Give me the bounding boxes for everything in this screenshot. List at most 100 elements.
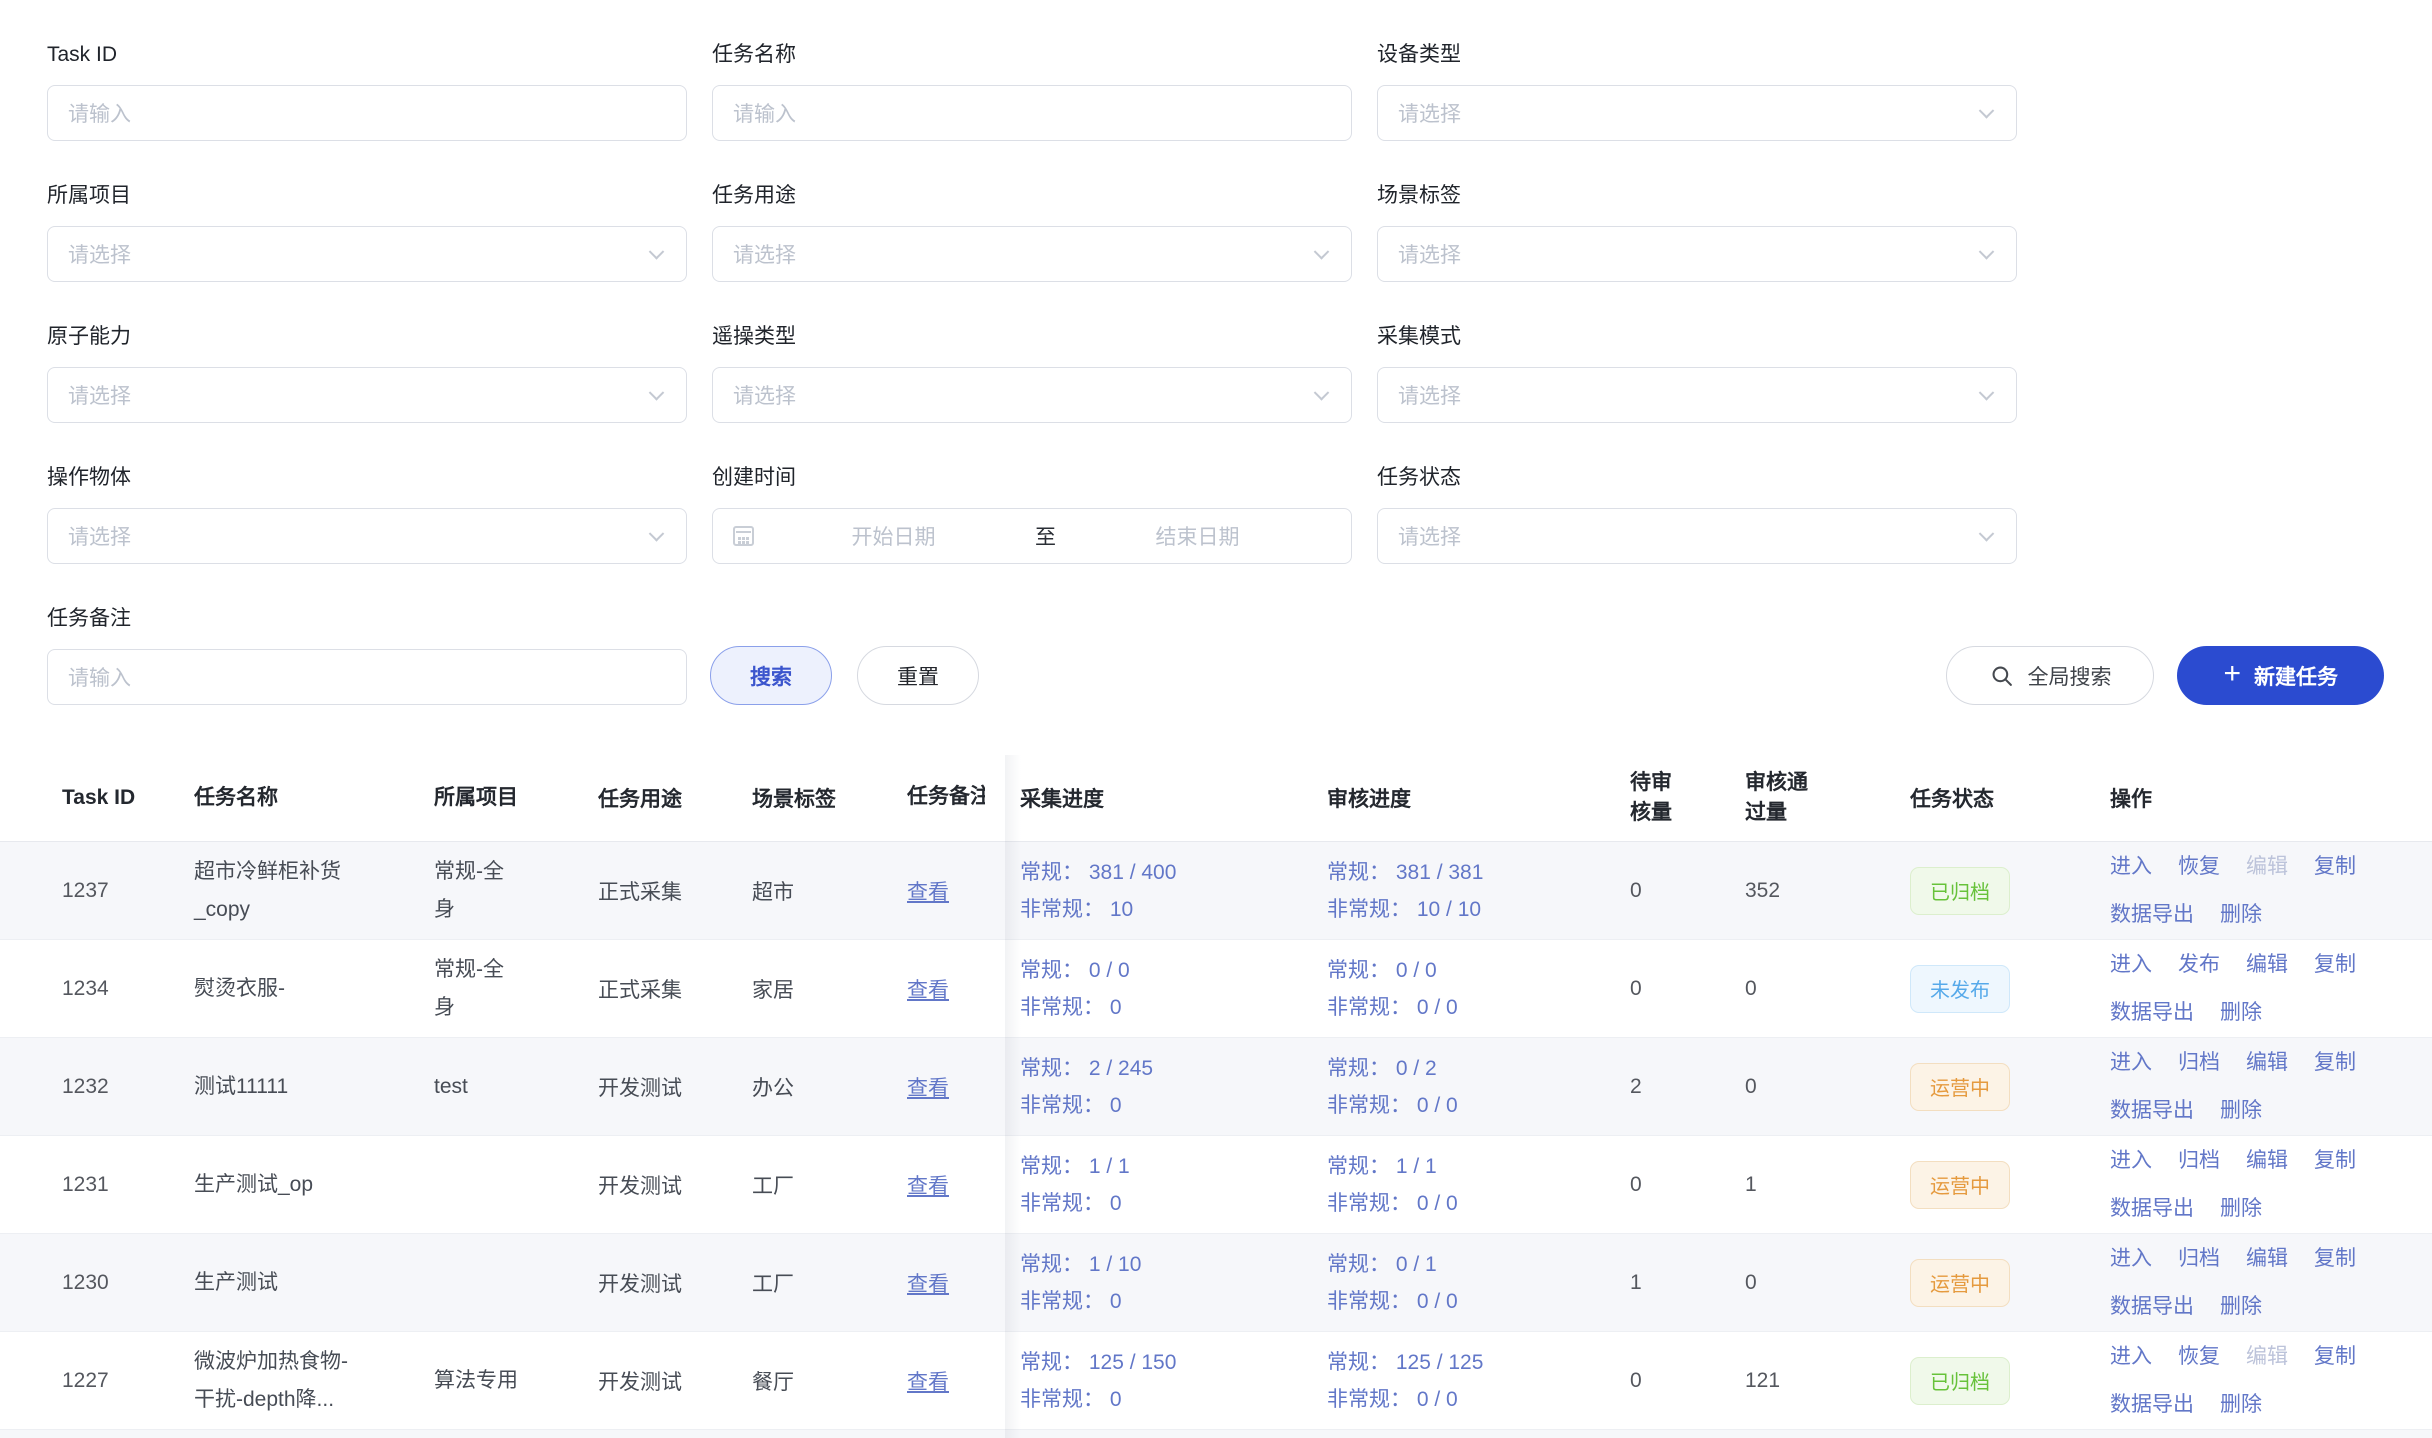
filter-field-project: 所属项目 请选择: [47, 181, 687, 282]
reset-button[interactable]: 重置: [857, 646, 979, 705]
date-range-picker[interactable]: 开始日期 至 结束日期: [712, 508, 1352, 564]
action-link[interactable]: 编辑: [2246, 1142, 2288, 1179]
cell-approved: 0: [1745, 977, 1910, 1001]
action-link[interactable]: 恢复: [2178, 1338, 2220, 1375]
view-remark-link[interactable]: 查看: [907, 881, 949, 904]
view-remark-link[interactable]: 查看: [907, 1175, 949, 1198]
teleop-type-select[interactable]: 请选择: [712, 367, 1352, 423]
scene-tag-select[interactable]: 请选择: [1377, 226, 2017, 282]
action-link[interactable]: 复制: [2314, 946, 2356, 983]
cell-collect: 常规： 1 / 1非常规： 0: [1005, 1148, 1327, 1222]
action-link[interactable]: 数据导出: [2110, 1386, 2194, 1423]
cell-purpose: 开发测试: [598, 1366, 752, 1396]
action-link[interactable]: 恢复: [2178, 848, 2220, 885]
project-select[interactable]: 请选择: [47, 226, 687, 282]
cell-scene: 超市: [752, 876, 907, 906]
filter-label: 任务用途: [712, 181, 1352, 211]
action-link[interactable]: 数据导出: [2110, 896, 2194, 933]
purpose-select[interactable]: 请选择: [712, 226, 1352, 282]
action-link: 编辑: [2246, 848, 2288, 885]
filter-label: 所属项目: [47, 181, 687, 211]
filter-label: 任务备注: [47, 604, 687, 634]
action-link[interactable]: 进入: [2110, 1044, 2152, 1081]
cell-remark: 查看: [907, 876, 1005, 906]
collect-mode-select[interactable]: 请选择: [1377, 367, 2017, 423]
view-remark-link[interactable]: 查看: [907, 979, 949, 1002]
action-link[interactable]: 编辑: [2246, 1240, 2288, 1277]
cell-purpose: 开发测试: [598, 1170, 752, 1200]
action-link[interactable]: 删除: [2220, 1288, 2262, 1325]
action-link[interactable]: 删除: [2220, 1386, 2262, 1423]
cell-taskid: 1234: [62, 977, 194, 1001]
cell-pending: 0: [1630, 1369, 1745, 1393]
action-link[interactable]: 编辑: [2246, 946, 2288, 983]
object-select[interactable]: 请选择: [47, 508, 687, 564]
action-link[interactable]: 数据导出: [2110, 994, 2194, 1031]
action-link[interactable]: 复制: [2314, 848, 2356, 885]
filter-field-collect-mode: 采集模式 请选择: [1377, 322, 2017, 423]
action-link[interactable]: 复制: [2314, 1044, 2356, 1081]
cell-ops: 进入归档编辑复制数据导出删除: [2100, 1142, 2432, 1227]
action-link[interactable]: 删除: [2220, 1092, 2262, 1129]
cell-name: 熨烫衣服-: [194, 970, 434, 1008]
task-name-input[interactable]: 请输入: [712, 85, 1352, 141]
date-start-input[interactable]: 开始日期: [760, 521, 1027, 551]
action-link[interactable]: 复制: [2314, 1338, 2356, 1375]
cell-status: 运营中: [1910, 1259, 2100, 1307]
device-type-select[interactable]: 请选择: [1377, 85, 2017, 141]
table-header-cell-review: 审核进度: [1327, 783, 1630, 813]
view-remark-link[interactable]: 查看: [907, 1371, 949, 1394]
table-header-cell-approved: 审核通过量: [1745, 768, 1910, 828]
filter-field-device-type: 设备类型 请选择: [1377, 40, 2017, 141]
cell-approved: 121: [1745, 1369, 1910, 1393]
cell-status: 运营中: [1910, 1161, 2100, 1209]
chevron-down-icon: [1979, 103, 1995, 119]
action-link[interactable]: 进入: [2110, 848, 2152, 885]
action-link[interactable]: 进入: [2110, 1338, 2152, 1375]
task-id-input[interactable]: 请输入: [47, 85, 687, 141]
action-link[interactable]: 复制: [2314, 1142, 2356, 1179]
table-header-cell-ops: 操作: [2100, 783, 2432, 813]
action-link[interactable]: 编辑: [2246, 1044, 2288, 1081]
action-link[interactable]: 数据导出: [2110, 1092, 2194, 1129]
cell-purpose: 开发测试: [598, 1268, 752, 1298]
action-link[interactable]: 数据导出: [2110, 1190, 2194, 1227]
date-end-input[interactable]: 结束日期: [1064, 521, 1331, 551]
global-search-button[interactable]: 全局搜索: [1946, 646, 2154, 705]
cell-collect: 常规： 0 / 0非常规： 0: [1005, 952, 1327, 1026]
cell-scene: 办公: [752, 1072, 907, 1102]
filter-label: 创建时间: [712, 463, 1352, 493]
table-row: 1227微波炉加热食物-干扰-depth降...算法专用开发测试餐厅查看常规： …: [0, 1332, 2432, 1430]
action-link[interactable]: 归档: [2178, 1142, 2220, 1179]
cell-approved: 352: [1745, 879, 1910, 903]
view-remark-link[interactable]: 查看: [907, 1273, 949, 1296]
search-button[interactable]: 搜索: [710, 646, 832, 705]
filter-field-task-remark: 任务备注 请输入: [47, 604, 687, 705]
action-link[interactable]: 复制: [2314, 1240, 2356, 1277]
filter-field-teleop-type: 遥操类型 请选择: [712, 322, 1352, 423]
action-link[interactable]: 进入: [2110, 1240, 2152, 1277]
filter-field-task-status: 任务状态 请选择: [1377, 463, 2017, 564]
action-link[interactable]: 归档: [2178, 1240, 2220, 1277]
task-remark-input[interactable]: 请输入: [47, 649, 687, 705]
filter-field-scene-tag: 场景标签 请选择: [1377, 181, 2017, 282]
cell-remark: 查看: [907, 1072, 1005, 1102]
table-header-cell-scene: 场景标签: [752, 783, 907, 813]
action-link[interactable]: 进入: [2110, 946, 2152, 983]
action-link[interactable]: 归档: [2178, 1044, 2220, 1081]
action-link[interactable]: 删除: [2220, 994, 2262, 1031]
filter-label: 设备类型: [1377, 40, 2017, 70]
action-link[interactable]: 发布: [2178, 946, 2220, 983]
filter-field-create-time: 创建时间 开始日期 至 结束日期: [712, 463, 1352, 564]
cell-pending: 0: [1630, 879, 1745, 903]
create-task-button[interactable]: + 新建任务: [2177, 646, 2384, 705]
action-link[interactable]: 进入: [2110, 1142, 2152, 1179]
action-link[interactable]: 删除: [2220, 896, 2262, 933]
atomic-ability-select[interactable]: 请选择: [47, 367, 687, 423]
cell-collect: 常规： 381 / 400非常规： 10: [1005, 854, 1327, 928]
task-status-select[interactable]: 请选择: [1377, 508, 2017, 564]
action-link[interactable]: 删除: [2220, 1190, 2262, 1227]
view-remark-link[interactable]: 查看: [907, 1077, 949, 1100]
action-link[interactable]: 数据导出: [2110, 1288, 2194, 1325]
cell-project: test: [434, 1068, 598, 1106]
